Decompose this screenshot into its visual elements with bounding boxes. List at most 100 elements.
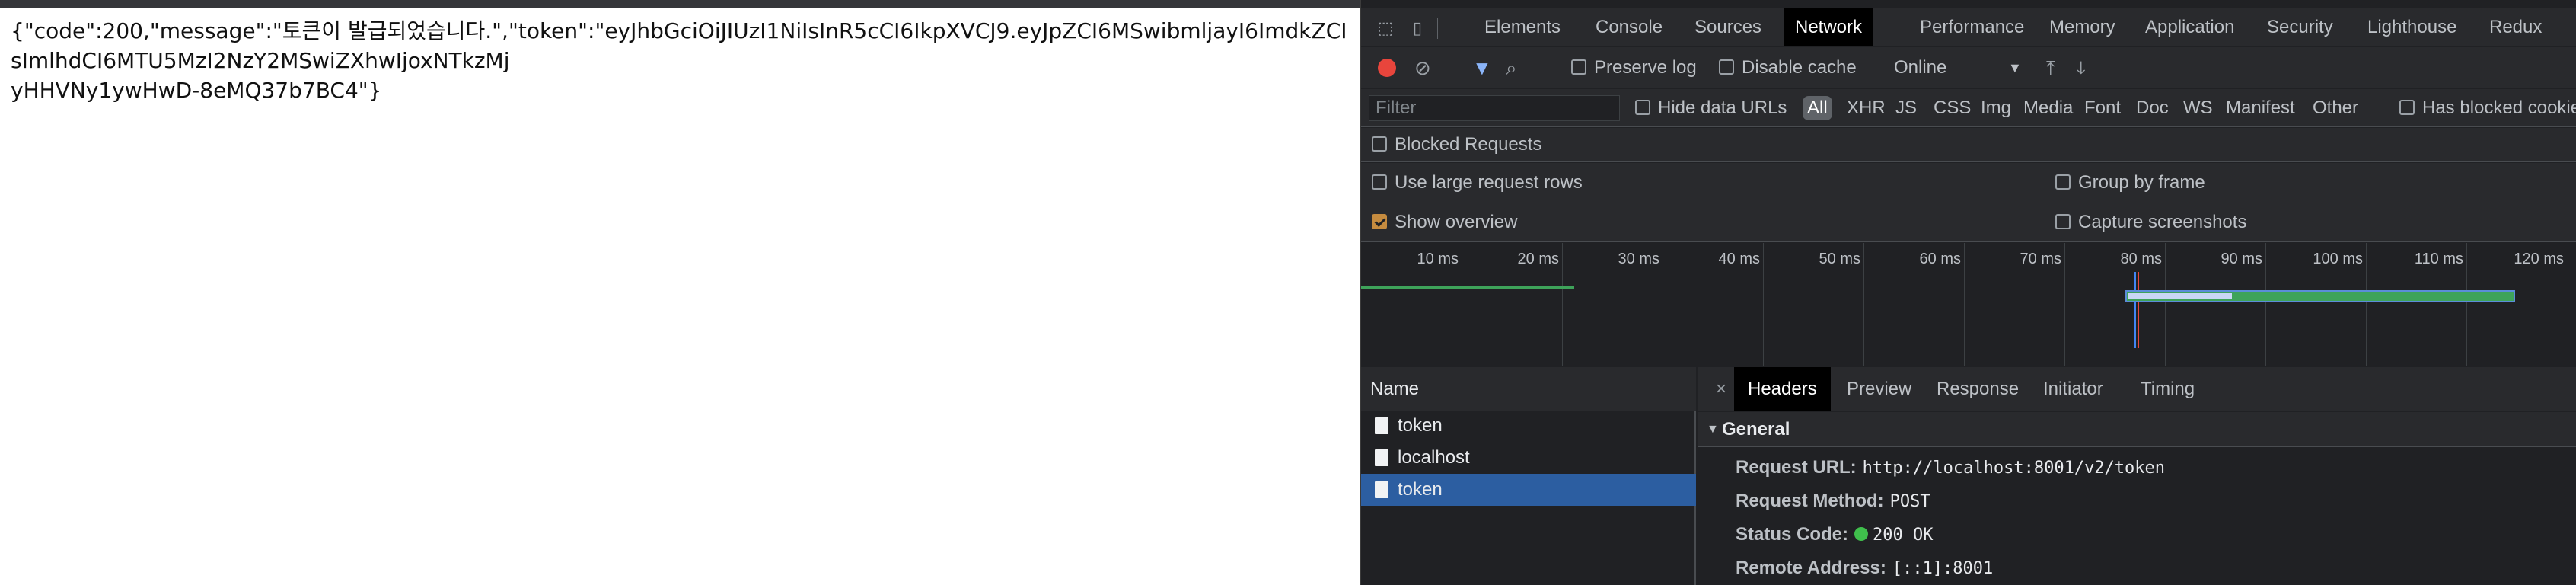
json-response-text: {"code":200,"message":"토큰이 발급되었습니다.","to… (11, 16, 1358, 105)
tab-headers[interactable]: Headers (1734, 367, 1831, 411)
device-toolbar-icon[interactable]: ▯ (1407, 18, 1428, 39)
filter-type-doc[interactable]: Doc (2136, 89, 2169, 127)
network-overview[interactable]: 10 ms 20 ms 30 ms 40 ms 50 ms 60 ms 70 m… (1361, 243, 2576, 366)
field-key: Request Method: (1736, 491, 1884, 511)
tab-preview[interactable]: Preview (1833, 367, 1925, 411)
tab-application[interactable]: Application (2134, 8, 2245, 46)
tab-timing[interactable]: Timing (2127, 367, 2208, 411)
disable-cache-label: Disable cache (1742, 57, 1857, 78)
has-blocked-cookies-checkbox[interactable]: Has blocked cookies (2399, 89, 2576, 127)
tab-security[interactable]: Security (2256, 8, 2344, 46)
tab-response[interactable]: Response (1923, 367, 2032, 411)
overview-tick: 60 ms (1919, 251, 1961, 267)
filter-type-manifest[interactable]: Manifest (2226, 89, 2295, 127)
hide-data-urls-checkbox[interactable]: Hide data URLs (1635, 89, 1787, 127)
checkbox-box (2055, 213, 2071, 229)
filter-type-font[interactable]: Font (2084, 89, 2121, 127)
overview-tick: 100 ms (2313, 251, 2363, 267)
devtools-tab-bar: ⬚ ▯ Elements Console Sources Network Per… (1361, 8, 2576, 46)
show-overview-label: Show overview (1395, 212, 1518, 232)
tab-lighthouse[interactable]: Lighthouse (2357, 8, 2467, 46)
tab-sources[interactable]: Sources (1684, 8, 1772, 46)
tab-network[interactable]: Network (1784, 8, 1873, 46)
general-section-header[interactable]: ▼ General (1698, 412, 2576, 447)
overview-request-bar (1361, 286, 1574, 289)
group-by-frame-checkbox[interactable]: Group by frame (2055, 168, 2205, 198)
overview-tick: 10 ms (1417, 251, 1459, 267)
overview-tick: 70 ms (2020, 251, 2061, 267)
filter-type-ws[interactable]: WS (2183, 89, 2213, 127)
field-key: Request URL: (1736, 457, 1857, 478)
request-name: token (1398, 479, 1443, 500)
field-key: Status Code: (1736, 524, 1849, 545)
json-text-main: {"code":200,"message":"토큰이 발급되었습니다.","to… (11, 18, 1347, 73)
clear-icon[interactable]: ⊘ (1414, 47, 1431, 88)
checkbox-box (1372, 136, 1387, 152)
overview-gridline (2265, 243, 2266, 366)
large-rows-label: Use large request rows (1395, 172, 1583, 193)
checkbox-checked (1372, 213, 1387, 229)
checkbox-box (2399, 99, 2415, 115)
checkbox-box (1571, 59, 1586, 75)
export-har-icon[interactable]: ⤓ (2077, 47, 2086, 88)
request-row-token-selected[interactable]: token (1361, 474, 1696, 506)
filter-bar: Hide data URLs All XHR JS CSS Img Media … (1361, 89, 2576, 127)
network-settings: Use large request rows Group by frame Sh… (1361, 163, 2576, 242)
preserve-log-label: Preserve log (1594, 57, 1697, 78)
tab-performance[interactable]: Performance (1909, 8, 2035, 46)
request-method-row: Request Method: POST (1736, 484, 1930, 518)
show-overview-checkbox[interactable]: Show overview (1372, 207, 1517, 238)
checkbox-box (2055, 174, 2071, 190)
filter-type-css[interactable]: CSS (1934, 89, 1971, 127)
blocked-requests-checkbox[interactable]: Blocked Requests (1372, 129, 1541, 160)
tab-initiator[interactable]: Initiator (2029, 367, 2117, 411)
overview-tick: 50 ms (1819, 251, 1860, 267)
tab-redux[interactable]: Redux (2479, 8, 2552, 46)
inspect-element-icon[interactable]: ⬚ (1375, 18, 1396, 39)
request-url-row: Request URL: http://localhost:8001/v2/tok… (1736, 451, 2165, 484)
overview-tick: 120 ms (2514, 251, 2564, 267)
overview-tick: 80 ms (2120, 251, 2162, 267)
request-list: Name token localhost token (1361, 367, 1696, 585)
checkbox-box (1372, 174, 1387, 190)
tab-memory[interactable]: Memory (2039, 8, 2126, 46)
name-column-header[interactable]: Name (1361, 367, 1696, 411)
blocked-requests-bar: Blocked Requests (1361, 128, 2576, 162)
request-row-localhost[interactable]: localhost (1361, 442, 1696, 474)
request-row-token[interactable]: token (1361, 410, 1696, 442)
filter-type-js[interactable]: JS (1895, 89, 1917, 127)
overview-gridline (1763, 243, 1764, 366)
filter-type-img[interactable]: Img (1981, 89, 2011, 127)
throttling-value: Online (1894, 57, 1947, 78)
field-key: Remote Address: (1736, 558, 1886, 578)
request-detail-pane: × Headers Preview Response Initiator Tim… (1698, 367, 2576, 585)
filter-type-xhr[interactable]: XHR (1847, 89, 1886, 127)
tab-console[interactable]: Console (1585, 8, 1673, 46)
caret-down-icon: ▼ (1707, 423, 1719, 436)
overview-gridline (1562, 243, 1563, 366)
overview-tick: 40 ms (1718, 251, 1760, 267)
filter-type-all[interactable]: All (1803, 96, 1832, 120)
checkbox-box (1719, 59, 1734, 75)
throttling-select[interactable]: Online ▼ (1894, 47, 2031, 88)
field-value: http://localhost:8001/v2/token (1862, 459, 2166, 478)
preserve-log-checkbox[interactable]: Preserve log (1571, 47, 1697, 88)
search-icon[interactable]: ⌕ (1506, 47, 1517, 88)
filter-type-media[interactable]: Media (2023, 89, 2073, 127)
request-name: token (1398, 415, 1443, 436)
filter-input[interactable] (1369, 95, 1620, 121)
disable-cache-checkbox[interactable]: Disable cache (1719, 47, 1857, 88)
import-har-icon[interactable]: ⤒ (2046, 47, 2055, 88)
overview-waiting-bar (2128, 293, 2232, 299)
devtools-panel: ⬚ ▯ Elements Console Sources Network Per… (1360, 0, 2576, 585)
filter-icon[interactable]: ▼ (1472, 47, 1492, 88)
filter-type-other[interactable]: Other (2313, 89, 2358, 127)
large-rows-checkbox[interactable]: Use large request rows (1372, 168, 1583, 198)
tab-elements[interactable]: Elements (1474, 8, 1571, 46)
record-icon[interactable] (1378, 59, 1396, 77)
page-content: {"code":200,"message":"토큰이 발급되었습니다.","to… (0, 8, 1360, 585)
field-value: POST (1889, 492, 1930, 511)
field-value: 200 OK (1873, 526, 1934, 545)
capture-screenshots-checkbox[interactable]: Capture screenshots (2055, 207, 2246, 238)
json-text-tail: yHHVNy1ywHwD-8eMQ37b7BC4"} (11, 78, 382, 103)
